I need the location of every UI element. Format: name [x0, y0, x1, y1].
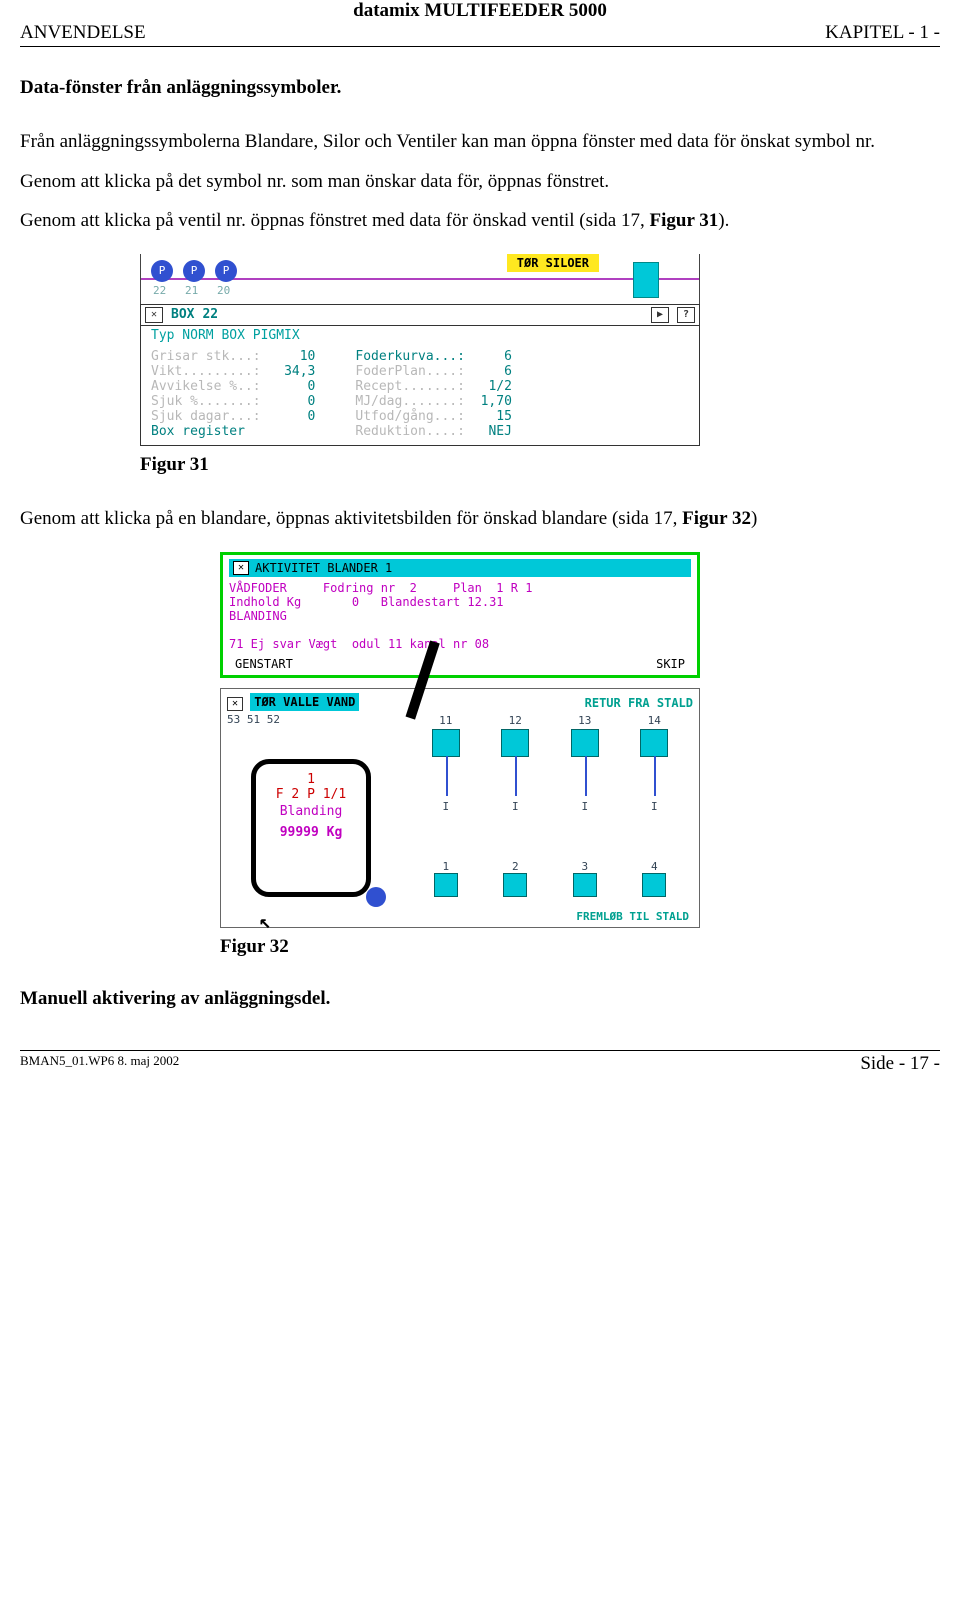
header-right: KAPITEL - 1 -: [825, 22, 940, 44]
doc-title: datamix MULTIFEEDER 5000: [20, 0, 940, 22]
footer-left: BMAN5_01.WP6 8. maj 2002: [20, 1053, 179, 1075]
paragraph-3c: ).: [718, 210, 729, 231]
figure-32: ✕ AKTIVITET BLANDER 1 VÅDFODER Fodring n…: [20, 552, 940, 958]
valve-icon[interactable]: 11I: [432, 729, 460, 757]
paragraph-4: Genom att klicka på en blandare, öppnas …: [20, 506, 940, 532]
tag-labels: TØR VALLE VAND: [250, 693, 359, 711]
resize-arrow-icon: ↖: [259, 909, 271, 933]
figure-31-caption: Figur 31: [140, 454, 940, 476]
section-heading-1: Data-fönster från anläggningssymboler.: [20, 77, 940, 99]
low-valves: 1 2 3 4: [411, 873, 689, 897]
retur-label: RETUR FRA STALD: [585, 696, 693, 710]
silo-num-3: 20: [217, 284, 230, 297]
genstart-button[interactable]: GENSTART: [235, 657, 293, 671]
fig31-subtitle: Typ NORM BOX PIGMIX: [141, 326, 699, 345]
paragraph-3: Genom att klicka på ventil nr. öppnas fö…: [20, 208, 940, 234]
pump-icon: [366, 887, 386, 907]
section-heading-2: Manuell aktivering av anläggningsdel.: [20, 988, 940, 1010]
silo-circle-3: P: [215, 260, 237, 282]
fig31-right-col: Foderkurva...: 6 FoderPlan....: 6 Recept…: [355, 349, 512, 439]
header-left: ANVENDELSE: [20, 22, 146, 44]
fremlob-label: FREMLØB TIL STALD: [576, 910, 689, 923]
silo-num-1: 22: [153, 284, 166, 297]
mixer-line2: F 2 P 1/1: [256, 787, 366, 802]
valve-icon[interactable]: 13I: [571, 729, 599, 757]
scroll-right-icon[interactable]: ▶: [651, 307, 669, 323]
paragraph-3a: Genom att klicka på ventil nr. öppnas fö…: [20, 210, 650, 231]
footer-right: Side - 17 -: [860, 1053, 940, 1075]
ref-figur31: Figur 31: [650, 210, 719, 231]
mixer-line3: Blanding: [256, 804, 366, 819]
close-icon[interactable]: ✕: [227, 697, 243, 711]
paragraph-4a: Genom att klicka på en blandare, öppnas …: [20, 508, 682, 529]
page-footer: BMAN5_01.WP6 8. maj 2002 Side - 17 -: [20, 1050, 940, 1075]
pointer-icon: [400, 642, 470, 732]
valve-icon[interactable]: 3: [573, 873, 597, 897]
fig31-title-num: 22: [202, 307, 218, 322]
header-row: ANVENDELSE KAPITEL - 1 -: [20, 22, 940, 47]
fig32-bodytext: VÅDFODER Fodring nr 2 Plan 1 R 1 Indhold…: [229, 581, 691, 651]
fig31-title-box: BOX: [171, 307, 194, 322]
valve-icon[interactable]: 12I: [501, 729, 529, 757]
help-icon[interactable]: ?: [677, 307, 695, 323]
mixer-line1: 1: [256, 772, 366, 787]
silo-circle-2: P: [183, 260, 205, 282]
banner-tor-siloer: TØR SILOER: [507, 254, 599, 272]
close-icon[interactable]: ✕: [145, 307, 163, 323]
mixer-line4: 99999 Kg: [256, 825, 366, 840]
silo-circle-1: P: [151, 260, 173, 282]
valve-icon[interactable]: 2: [503, 873, 527, 897]
valve-icon[interactable]: 4: [642, 873, 666, 897]
fig32-title: AKTIVITET BLANDER 1: [255, 561, 392, 575]
valve-icon[interactable]: 14I: [640, 729, 668, 757]
ref-figur32: Figur 32: [682, 508, 751, 529]
valve-icon[interactable]: 1: [434, 873, 458, 897]
close-icon[interactable]: ✕: [233, 561, 249, 575]
top-valves: 11I 12I 13I 14I: [411, 729, 689, 757]
figure-31: P P P 22 21 20 TØR SILOER ✕ BOX 22 ▶ ? T…: [20, 254, 940, 476]
skip-button[interactable]: SKIP: [656, 657, 685, 671]
silo-tube-icon: [633, 262, 659, 298]
paragraph-4c: ): [751, 508, 757, 529]
fig31-diagram-top: P P P 22 21 20 TØR SILOER: [140, 254, 700, 304]
paragraph-1: Från anläggningssymbolerna Blandare, Sil…: [20, 129, 940, 155]
fig31-left-col: Grisar stk...: 10 Vikt.........: 34,3 Av…: [151, 349, 315, 439]
silo-num-2: 21: [185, 284, 198, 297]
mixer-icon[interactable]: 1 F 2 P 1/1 Blanding 99999 Kg: [251, 759, 371, 897]
fig31-window: ✕ BOX 22 ▶ ? Typ NORM BOX PIGMIX Grisar …: [140, 304, 700, 446]
figure-32-caption: Figur 32: [220, 936, 940, 958]
paragraph-2: Genom att klicka på det symbol nr. som m…: [20, 169, 940, 195]
